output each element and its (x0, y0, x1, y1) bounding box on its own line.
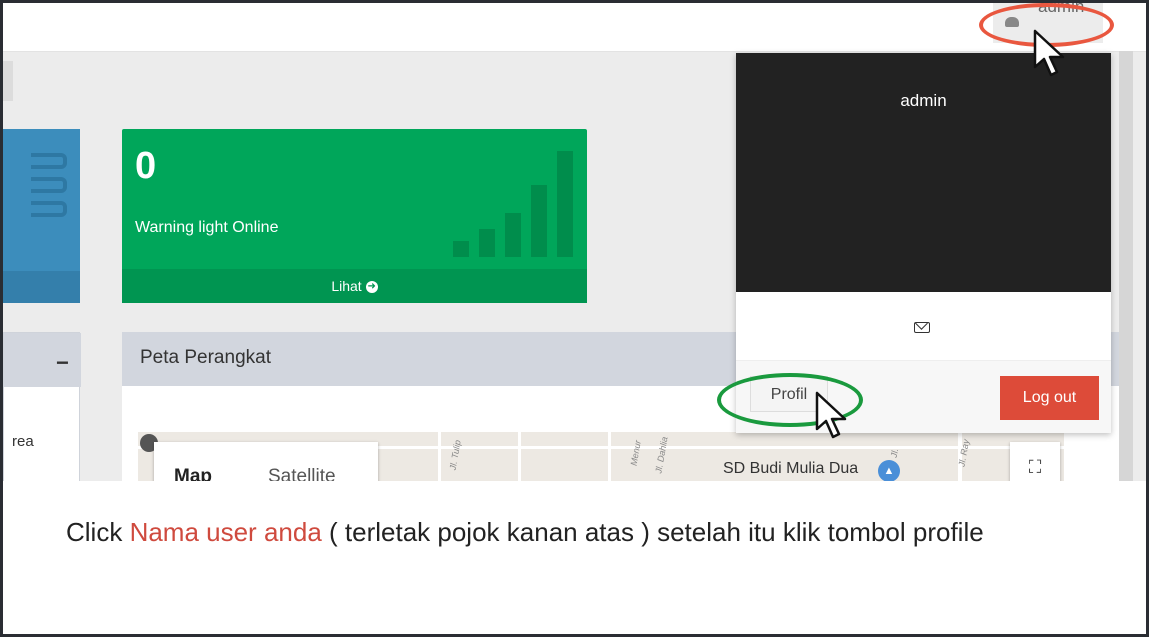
map-button[interactable]: Map (174, 466, 212, 481)
street-label: Menur (628, 439, 643, 467)
info-box-warning-light: 0 Warning light Online Lihat ➜ (122, 129, 587, 303)
map-panel-title: Peta Perangkat (140, 347, 271, 368)
arrow-circle-right-icon: ➜ (365, 281, 378, 294)
tutorial-frame: admin 0 Warning light Online Lihat ➜ − r… (0, 0, 1149, 637)
left-panel: − rea (3, 332, 81, 481)
street-label: Jl. (888, 447, 901, 459)
mouse-cursor-icon (1033, 29, 1065, 77)
map-canvas[interactable]: Jl. Tulip Jl. Dahlia Menur Jl. Jl. Ray M… (138, 432, 1064, 481)
info-box-blue (3, 129, 80, 303)
instruction-text: Click Nama user anda ( terletak pojok ka… (22, 513, 1122, 551)
screenshot-area: admin 0 Warning light Online Lihat ➜ − r… (3, 3, 1146, 481)
logout-button[interactable]: Log out (1000, 376, 1099, 420)
warning-light-count: 0 (135, 145, 157, 187)
fullscreen-icon[interactable]: ⛶ (1010, 442, 1060, 481)
dropdown-username: admin (900, 91, 947, 110)
sidebar-edge (3, 61, 13, 101)
list-icon (31, 153, 67, 225)
school-icon: ▲ (878, 460, 900, 481)
user-body (736, 292, 1111, 361)
street-label: Jl. Dahlia (653, 435, 670, 475)
map-type-control: Map Satellite (154, 442, 378, 481)
envelope-icon[interactable] (914, 322, 930, 333)
instruction-prefix: Click (66, 517, 130, 547)
warning-light-label: Warning light Online (135, 219, 279, 236)
satellite-button[interactable]: Satellite (268, 466, 336, 481)
lihat-label[interactable]: Lihat (331, 278, 361, 294)
instruction-suffix: ( terletak pojok kanan atas ) setelah it… (321, 517, 984, 547)
collapse-button[interactable]: − (56, 350, 69, 376)
user-header: admin (736, 53, 1111, 292)
lihat-link[interactable]: Lihat ➜ (122, 269, 587, 303)
left-panel-text: rea (12, 433, 34, 450)
instruction-highlight: Nama user anda (129, 517, 322, 547)
left-panel-header: − (4, 333, 81, 387)
mouse-cursor-icon (815, 391, 847, 439)
top-navbar: admin (3, 3, 1146, 52)
scrollbar[interactable] (1119, 51, 1133, 481)
street-label: Jl. Tulip (447, 439, 463, 471)
place-label: SD Budi Mulia Dua (723, 460, 859, 477)
bar-chart-icon (453, 151, 573, 257)
info-box-blue-footer[interactable] (3, 271, 80, 303)
